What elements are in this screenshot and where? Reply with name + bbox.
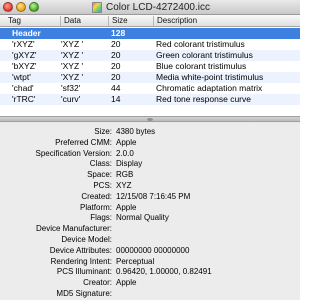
- profile-window: Color LCD-4272400.icc Tag Data Size Desc…: [0, 0, 300, 300]
- property-value: 2.0.0: [116, 148, 134, 158]
- property-label: Flags:: [90, 213, 112, 223]
- property-spec-version: Specification Version: 2.0.0: [0, 149, 300, 160]
- property-rendering-intent: Rendering Intent: Perceptual: [0, 257, 300, 268]
- property-value: RGB: [116, 170, 134, 180]
- cell-description: Blue colorant tristimulus: [156, 61, 247, 71]
- column-header-tag[interactable]: Tag: [5, 16, 60, 26]
- property-value: 0.96420, 1.00000, 0.82491: [116, 267, 212, 277]
- property-label: Device Attributes:: [49, 245, 112, 255]
- property-device-attributes: Device Attributes: 00000000 00000000: [0, 246, 300, 257]
- cell-tag: 'bXYZ': [12, 61, 37, 71]
- cell-size: 20: [111, 50, 121, 60]
- cell-tag: 'rTRC': [12, 94, 36, 104]
- property-pcs: PCS: XYZ: [0, 181, 300, 192]
- property-label: Creator:: [83, 278, 112, 288]
- property-label: PCS:: [93, 180, 112, 190]
- window-title: Color LCD-4272400.icc: [106, 2, 210, 13]
- property-preferred-cmm: Preferred CMM: Apple: [0, 138, 300, 149]
- cell-data: 'XYZ ': [61, 61, 84, 71]
- property-label: Platform:: [79, 202, 112, 212]
- property-label: Class:: [89, 159, 112, 169]
- property-md5-signature: MD5 Signature:: [0, 289, 300, 300]
- property-label: Space:: [87, 170, 112, 180]
- cell-tag: 'gXYZ': [12, 50, 37, 60]
- cell-size: 20: [111, 39, 121, 49]
- property-value: 00000000 00000000: [116, 245, 190, 255]
- property-value: Apple: [116, 137, 137, 147]
- property-value: Apple: [116, 202, 137, 212]
- column-header-description[interactable]: Description: [153, 16, 300, 26]
- cell-tag: 'rXYZ': [12, 39, 35, 49]
- column-header-data[interactable]: Data: [60, 16, 108, 26]
- property-size: Size: 4380 bytes: [0, 127, 300, 138]
- cell-data: 'XYZ ': [61, 39, 84, 49]
- property-value: Normal Quality: [116, 213, 169, 223]
- table-row-header[interactable]: Header 128: [0, 28, 300, 39]
- property-value: XYZ: [116, 180, 132, 190]
- cell-data: 'XYZ ': [61, 50, 84, 60]
- property-flags: Flags: Normal Quality: [0, 213, 300, 224]
- cell-data: 'curv': [61, 94, 81, 104]
- close-button[interactable]: [3, 2, 13, 12]
- column-header-size[interactable]: Size: [108, 16, 153, 26]
- cell-size: 44: [111, 83, 121, 93]
- profile-info-panel: Size: 4380 bytes Preferred CMM: Apple Sp…: [0, 123, 300, 300]
- property-label: Device Model:: [61, 234, 112, 244]
- cell-size: 20: [111, 61, 121, 71]
- table-row[interactable]: 'rXYZ' 'XYZ ' 20 Red colorant tristimulu…: [0, 39, 300, 50]
- property-label: Created:: [81, 191, 112, 201]
- property-label: Specification Version:: [35, 148, 113, 158]
- cell-description: Media white-point tristimulus: [156, 72, 264, 82]
- cell-size: 20: [111, 72, 121, 82]
- cell-tag: 'chad': [12, 83, 34, 93]
- color-profile-icon[interactable]: [92, 2, 102, 13]
- cell-description: Red tone response curve: [156, 94, 251, 104]
- table-row[interactable]: 'bXYZ' 'XYZ ' 20 Blue colorant tristimul…: [0, 61, 300, 72]
- property-label: MD5 Signature:: [56, 288, 112, 298]
- zoom-button[interactable]: [29, 2, 39, 12]
- table-row[interactable]: 'chad' 'sf32' 44 Chromatic adaptation ma…: [0, 83, 300, 94]
- property-label: Device Manufacturer:: [35, 224, 112, 234]
- cell-description: Green colorant tristimulus: [156, 50, 253, 60]
- split-view-divider[interactable]: [0, 116, 300, 122]
- divider-grip-icon: [147, 118, 153, 121]
- cell-size: 14: [111, 94, 121, 104]
- cell-size: 128: [111, 28, 126, 38]
- cell-description: Chromatic adaptation matrix: [156, 83, 263, 93]
- property-label: Size:: [94, 127, 112, 136]
- property-device-model: Device Model:: [0, 235, 300, 246]
- property-label: Preferred CMM:: [55, 137, 112, 147]
- property-value: Apple: [116, 278, 137, 288]
- table-row[interactable]: 'gXYZ' 'XYZ ' 20 Green colorant tristimu…: [0, 50, 300, 61]
- property-space: Space: RGB: [0, 170, 300, 181]
- property-value: Perceptual: [116, 256, 155, 266]
- table-rows: Header 128 'rXYZ' 'XYZ ' 20 Red colorant…: [0, 28, 300, 105]
- cell-tag: Header: [12, 28, 41, 38]
- cell-data: 'XYZ ': [61, 72, 84, 82]
- property-value: Display: [116, 159, 143, 169]
- property-device-manufacturer: Device Manufacturer:: [0, 224, 300, 235]
- table-header: Tag Data Size Description: [0, 15, 300, 27]
- property-class: Class: Display: [0, 159, 300, 170]
- property-value: 4380 bytes: [116, 127, 156, 136]
- property-creator: Creator: Apple: [0, 278, 300, 289]
- property-value: 12/15/08 7:16:45 PM: [116, 191, 191, 201]
- tag-table[interactable]: Tag Data Size Description Header 128 'rX…: [0, 15, 300, 116]
- property-list: Size: 4380 bytes Preferred CMM: Apple Sp…: [0, 127, 300, 300]
- table-row[interactable]: 'rTRC' 'curv' 14 Red tone response curve: [0, 94, 300, 105]
- property-label: PCS Illuminant:: [56, 267, 112, 277]
- property-platform: Platform: Apple: [0, 203, 300, 214]
- cell-tag: 'wtpt': [12, 72, 31, 82]
- property-created: Created: 12/15/08 7:16:45 PM: [0, 192, 300, 203]
- table-row[interactable]: 'wtpt' 'XYZ ' 20 Media white-point trist…: [0, 72, 300, 83]
- cell-description: Red colorant tristimulus: [156, 39, 245, 49]
- property-label: Rendering Intent:: [50, 256, 112, 266]
- property-pcs-illuminant: PCS Illuminant: 0.96420, 1.00000, 0.8249…: [0, 267, 300, 278]
- title-bar[interactable]: Color LCD-4272400.icc: [0, 0, 300, 15]
- cell-data: 'sf32': [61, 83, 81, 93]
- minimize-button[interactable]: [16, 2, 26, 12]
